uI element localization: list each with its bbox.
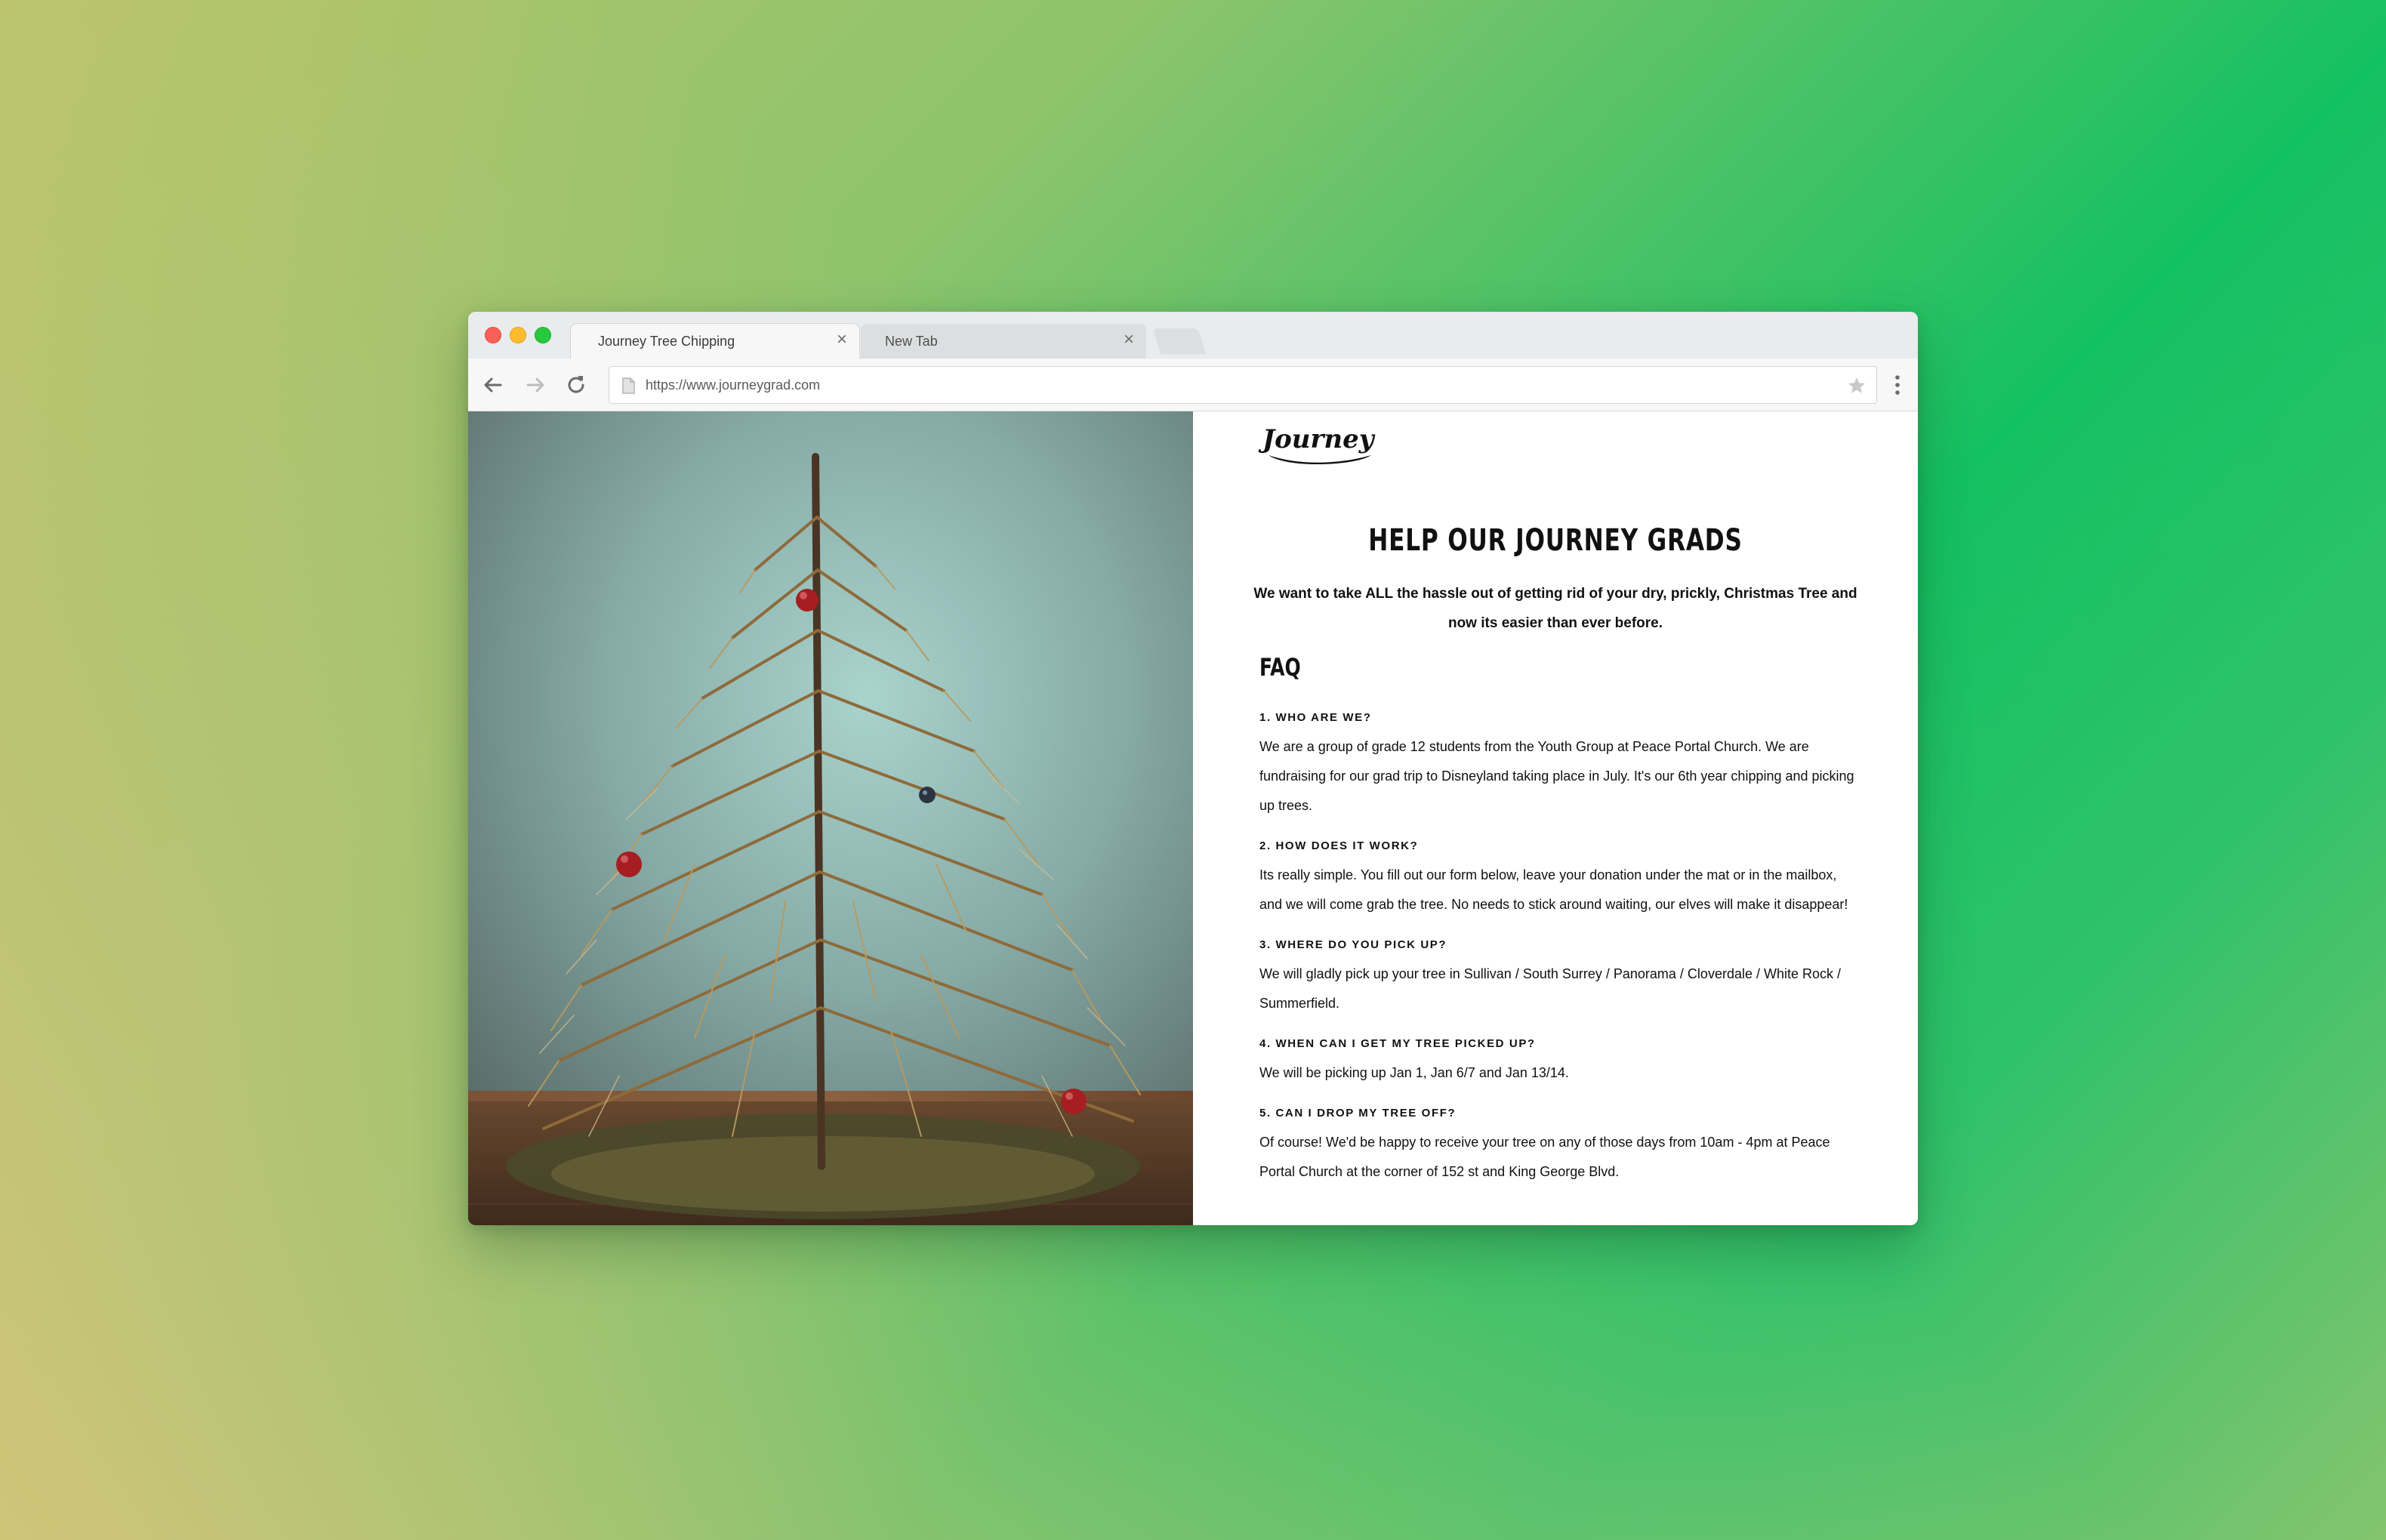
faq-answer: We will be picking up Jan 1, Jan 6/7 and… (1259, 1065, 1569, 1080)
kebab-menu-icon[interactable] (1894, 374, 1901, 396)
faq-answer: Of course! We'd be happy to receive your… (1259, 1135, 1830, 1179)
tab-close-icon[interactable]: × (837, 330, 847, 350)
faq-item: 1. WHO ARE WE? We are a group of grade 1… (1259, 709, 1860, 821)
dry-christmas-tree-image (468, 411, 1193, 1225)
christmas-tree-photo (468, 411, 1193, 1225)
faq-question: 3. WHERE DO YOU PICK UP? (1259, 938, 1447, 951)
faq-question: 2. HOW DOES IT WORK? (1259, 839, 1419, 852)
page-content: Journey HELP OUR JOURNEY GRADS We want t… (468, 411, 1918, 1225)
arrow-left-icon[interactable] (480, 372, 506, 398)
address-bar[interactable]: https://www.journeygrad.com (609, 366, 1877, 404)
tab-title: Journey Tree Chipping (598, 334, 735, 349)
browser-toolbar: https://www.journeygrad.com (468, 359, 1918, 411)
arrow-right-icon[interactable] (523, 372, 548, 398)
tab-title: New Tab (885, 334, 938, 349)
window-minimize-button[interactable] (510, 327, 526, 343)
logo-wordmark: Journey (1258, 424, 1376, 454)
new-tab-button[interactable] (1152, 328, 1207, 354)
faq-heading: FAQ (1259, 653, 1301, 682)
faq-question: 5. CAN I DROP MY TREE OFF? (1259, 1107, 1457, 1120)
star-icon[interactable] (1846, 375, 1867, 396)
journey-logo[interactable]: Journey (1258, 422, 1379, 469)
window-close-button[interactable] (485, 327, 501, 343)
article-panel: Journey HELP OUR JOURNEY GRADS We want t… (1193, 411, 1918, 1225)
faq-answer: We will gladly pick up your tree in Sull… (1259, 966, 1842, 1011)
faq-item: 2. HOW DOES IT WORK? Its really simple. … (1259, 837, 1860, 919)
reload-icon[interactable] (563, 372, 589, 398)
faq-question: 1. WHO ARE WE? (1259, 711, 1372, 724)
tab-close-icon[interactable]: × (1124, 330, 1134, 350)
page-icon (622, 377, 635, 394)
page-headline: HELP OUR JOURNEY GRADS (1368, 523, 1743, 558)
tab-journey-tree-chipping[interactable]: Journey Tree Chipping × (571, 324, 859, 359)
intro-text: We want to take ALL the hassle out of ge… (1253, 586, 1857, 631)
faq-list: 1. WHO ARE WE? We are a group of grade 1… (1259, 709, 1860, 1203)
faq-item: 5. CAN I DROP MY TREE OFF? Of course! We… (1259, 1104, 1860, 1187)
title-bar: Journey Tree Chipping × New Tab × (468, 312, 1918, 359)
tab-new-tab[interactable]: New Tab × (861, 324, 1146, 359)
url-text: https://www.journeygrad.com (646, 377, 821, 393)
window-maximize-button[interactable] (535, 327, 551, 343)
faq-answer: Its really simple. You fill out our form… (1259, 867, 1848, 912)
faq-question: 4. WHEN CAN I GET MY TREE PICKED UP? (1259, 1037, 1536, 1050)
faq-item: 4. WHEN CAN I GET MY TREE PICKED UP? We … (1259, 1035, 1860, 1088)
faq-item: 3. WHERE DO YOU PICK UP? We will gladly … (1259, 936, 1860, 1018)
browser-window: Journey Tree Chipping × New Tab × https:… (468, 312, 1918, 1225)
faq-answer: We are a group of grade 12 students from… (1259, 739, 1854, 813)
